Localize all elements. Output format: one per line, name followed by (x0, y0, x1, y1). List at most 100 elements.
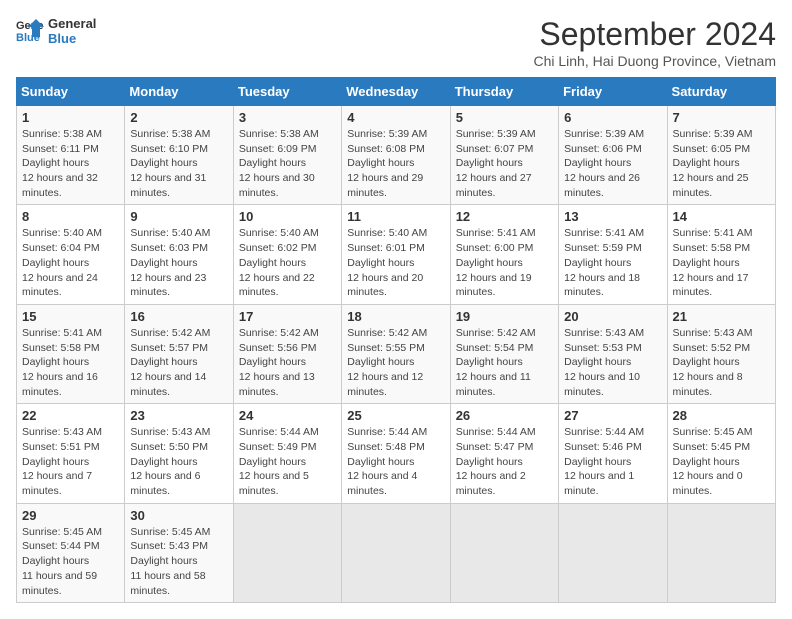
calendar-cell: 11 Sunrise: 5:40 AM Sunset: 6:01 PM Dayl… (342, 205, 450, 304)
week-row-5: 29 Sunrise: 5:45 AM Sunset: 5:44 PM Dayl… (17, 503, 776, 602)
calendar-cell: 9 Sunrise: 5:40 AM Sunset: 6:03 PM Dayli… (125, 205, 233, 304)
day-number: 23 (130, 408, 227, 423)
day-number: 24 (239, 408, 336, 423)
title-block: September 2024 Chi Linh, Hai Duong Provi… (533, 16, 776, 69)
day-number: 28 (673, 408, 770, 423)
calendar-cell (559, 503, 667, 602)
month-title: September 2024 (533, 16, 776, 53)
calendar-header: SundayMondayTuesdayWednesdayThursdayFrid… (17, 78, 776, 106)
logo-general: General (48, 16, 96, 31)
calendar-cell: 16 Sunrise: 5:42 AM Sunset: 5:57 PM Dayl… (125, 304, 233, 403)
day-info: Sunrise: 5:41 AM Sunset: 6:00 PM Dayligh… (456, 226, 553, 299)
day-number: 29 (22, 508, 119, 523)
weekday-header-row: SundayMondayTuesdayWednesdayThursdayFrid… (17, 78, 776, 106)
day-info: Sunrise: 5:42 AM Sunset: 5:56 PM Dayligh… (239, 326, 336, 399)
calendar-cell: 25 Sunrise: 5:44 AM Sunset: 5:48 PM Dayl… (342, 404, 450, 503)
day-info: Sunrise: 5:45 AM Sunset: 5:44 PM Dayligh… (22, 525, 119, 598)
calendar-cell: 6 Sunrise: 5:39 AM Sunset: 6:06 PM Dayli… (559, 106, 667, 205)
calendar-cell: 26 Sunrise: 5:44 AM Sunset: 5:47 PM Dayl… (450, 404, 558, 503)
day-info: Sunrise: 5:39 AM Sunset: 6:07 PM Dayligh… (456, 127, 553, 200)
weekday-header-thursday: Thursday (450, 78, 558, 106)
calendar-cell (342, 503, 450, 602)
day-number: 10 (239, 209, 336, 224)
day-number: 3 (239, 110, 336, 125)
weekday-header-tuesday: Tuesday (233, 78, 341, 106)
calendar-table: SundayMondayTuesdayWednesdayThursdayFrid… (16, 77, 776, 603)
day-info: Sunrise: 5:42 AM Sunset: 5:57 PM Dayligh… (130, 326, 227, 399)
day-info: Sunrise: 5:43 AM Sunset: 5:50 PM Dayligh… (130, 425, 227, 498)
calendar-cell (233, 503, 341, 602)
day-number: 12 (456, 209, 553, 224)
calendar-cell (667, 503, 775, 602)
day-info: Sunrise: 5:40 AM Sunset: 6:03 PM Dayligh… (130, 226, 227, 299)
calendar-cell: 15 Sunrise: 5:41 AM Sunset: 5:58 PM Dayl… (17, 304, 125, 403)
calendar-cell: 4 Sunrise: 5:39 AM Sunset: 6:08 PM Dayli… (342, 106, 450, 205)
day-number: 18 (347, 309, 444, 324)
weekday-header-saturday: Saturday (667, 78, 775, 106)
week-row-4: 22 Sunrise: 5:43 AM Sunset: 5:51 PM Dayl… (17, 404, 776, 503)
calendar-cell: 13 Sunrise: 5:41 AM Sunset: 5:59 PM Dayl… (559, 205, 667, 304)
calendar-cell: 10 Sunrise: 5:40 AM Sunset: 6:02 PM Dayl… (233, 205, 341, 304)
day-number: 26 (456, 408, 553, 423)
day-number: 13 (564, 209, 661, 224)
day-number: 11 (347, 209, 444, 224)
calendar-cell: 21 Sunrise: 5:43 AM Sunset: 5:52 PM Dayl… (667, 304, 775, 403)
day-info: Sunrise: 5:45 AM Sunset: 5:45 PM Dayligh… (673, 425, 770, 498)
day-info: Sunrise: 5:45 AM Sunset: 5:43 PM Dayligh… (130, 525, 227, 598)
day-info: Sunrise: 5:44 AM Sunset: 5:47 PM Dayligh… (456, 425, 553, 498)
day-number: 5 (456, 110, 553, 125)
day-info: Sunrise: 5:40 AM Sunset: 6:02 PM Dayligh… (239, 226, 336, 299)
day-info: Sunrise: 5:42 AM Sunset: 5:54 PM Dayligh… (456, 326, 553, 399)
day-number: 7 (673, 110, 770, 125)
calendar-cell: 1 Sunrise: 5:38 AM Sunset: 6:11 PM Dayli… (17, 106, 125, 205)
weekday-header-wednesday: Wednesday (342, 78, 450, 106)
day-info: Sunrise: 5:43 AM Sunset: 5:51 PM Dayligh… (22, 425, 119, 498)
day-info: Sunrise: 5:38 AM Sunset: 6:10 PM Dayligh… (130, 127, 227, 200)
calendar-cell: 14 Sunrise: 5:41 AM Sunset: 5:58 PM Dayl… (667, 205, 775, 304)
week-row-1: 1 Sunrise: 5:38 AM Sunset: 6:11 PM Dayli… (17, 106, 776, 205)
location: Chi Linh, Hai Duong Province, Vietnam (533, 53, 776, 69)
day-number: 30 (130, 508, 227, 523)
calendar-cell: 7 Sunrise: 5:39 AM Sunset: 6:05 PM Dayli… (667, 106, 775, 205)
page-header: General Blue General Blue September 2024… (16, 16, 776, 69)
day-number: 21 (673, 309, 770, 324)
day-number: 25 (347, 408, 444, 423)
day-info: Sunrise: 5:41 AM Sunset: 5:59 PM Dayligh… (564, 226, 661, 299)
logo: General Blue General Blue (16, 16, 96, 46)
day-number: 8 (22, 209, 119, 224)
calendar-cell: 29 Sunrise: 5:45 AM Sunset: 5:44 PM Dayl… (17, 503, 125, 602)
calendar-cell: 5 Sunrise: 5:39 AM Sunset: 6:07 PM Dayli… (450, 106, 558, 205)
day-number: 1 (22, 110, 119, 125)
day-number: 22 (22, 408, 119, 423)
calendar-cell: 2 Sunrise: 5:38 AM Sunset: 6:10 PM Dayli… (125, 106, 233, 205)
day-info: Sunrise: 5:44 AM Sunset: 5:46 PM Dayligh… (564, 425, 661, 498)
calendar-cell (450, 503, 558, 602)
logo-blue: Blue (48, 31, 96, 46)
week-row-2: 8 Sunrise: 5:40 AM Sunset: 6:04 PM Dayli… (17, 205, 776, 304)
day-info: Sunrise: 5:43 AM Sunset: 5:52 PM Dayligh… (673, 326, 770, 399)
day-number: 6 (564, 110, 661, 125)
day-info: Sunrise: 5:41 AM Sunset: 5:58 PM Dayligh… (673, 226, 770, 299)
day-number: 9 (130, 209, 227, 224)
day-number: 2 (130, 110, 227, 125)
day-info: Sunrise: 5:42 AM Sunset: 5:55 PM Dayligh… (347, 326, 444, 399)
day-number: 19 (456, 309, 553, 324)
calendar-cell: 23 Sunrise: 5:43 AM Sunset: 5:50 PM Dayl… (125, 404, 233, 503)
calendar-body: 1 Sunrise: 5:38 AM Sunset: 6:11 PM Dayli… (17, 106, 776, 603)
day-number: 27 (564, 408, 661, 423)
day-number: 17 (239, 309, 336, 324)
calendar-cell: 12 Sunrise: 5:41 AM Sunset: 6:00 PM Dayl… (450, 205, 558, 304)
weekday-header-sunday: Sunday (17, 78, 125, 106)
week-row-3: 15 Sunrise: 5:41 AM Sunset: 5:58 PM Dayl… (17, 304, 776, 403)
day-info: Sunrise: 5:40 AM Sunset: 6:01 PM Dayligh… (347, 226, 444, 299)
calendar-cell: 24 Sunrise: 5:44 AM Sunset: 5:49 PM Dayl… (233, 404, 341, 503)
day-number: 15 (22, 309, 119, 324)
calendar-cell: 19 Sunrise: 5:42 AM Sunset: 5:54 PM Dayl… (450, 304, 558, 403)
day-info: Sunrise: 5:39 AM Sunset: 6:08 PM Dayligh… (347, 127, 444, 200)
calendar-cell: 28 Sunrise: 5:45 AM Sunset: 5:45 PM Dayl… (667, 404, 775, 503)
day-info: Sunrise: 5:40 AM Sunset: 6:04 PM Dayligh… (22, 226, 119, 299)
calendar-cell: 3 Sunrise: 5:38 AM Sunset: 6:09 PM Dayli… (233, 106, 341, 205)
calendar-cell: 20 Sunrise: 5:43 AM Sunset: 5:53 PM Dayl… (559, 304, 667, 403)
day-info: Sunrise: 5:41 AM Sunset: 5:58 PM Dayligh… (22, 326, 119, 399)
day-info: Sunrise: 5:44 AM Sunset: 5:48 PM Dayligh… (347, 425, 444, 498)
